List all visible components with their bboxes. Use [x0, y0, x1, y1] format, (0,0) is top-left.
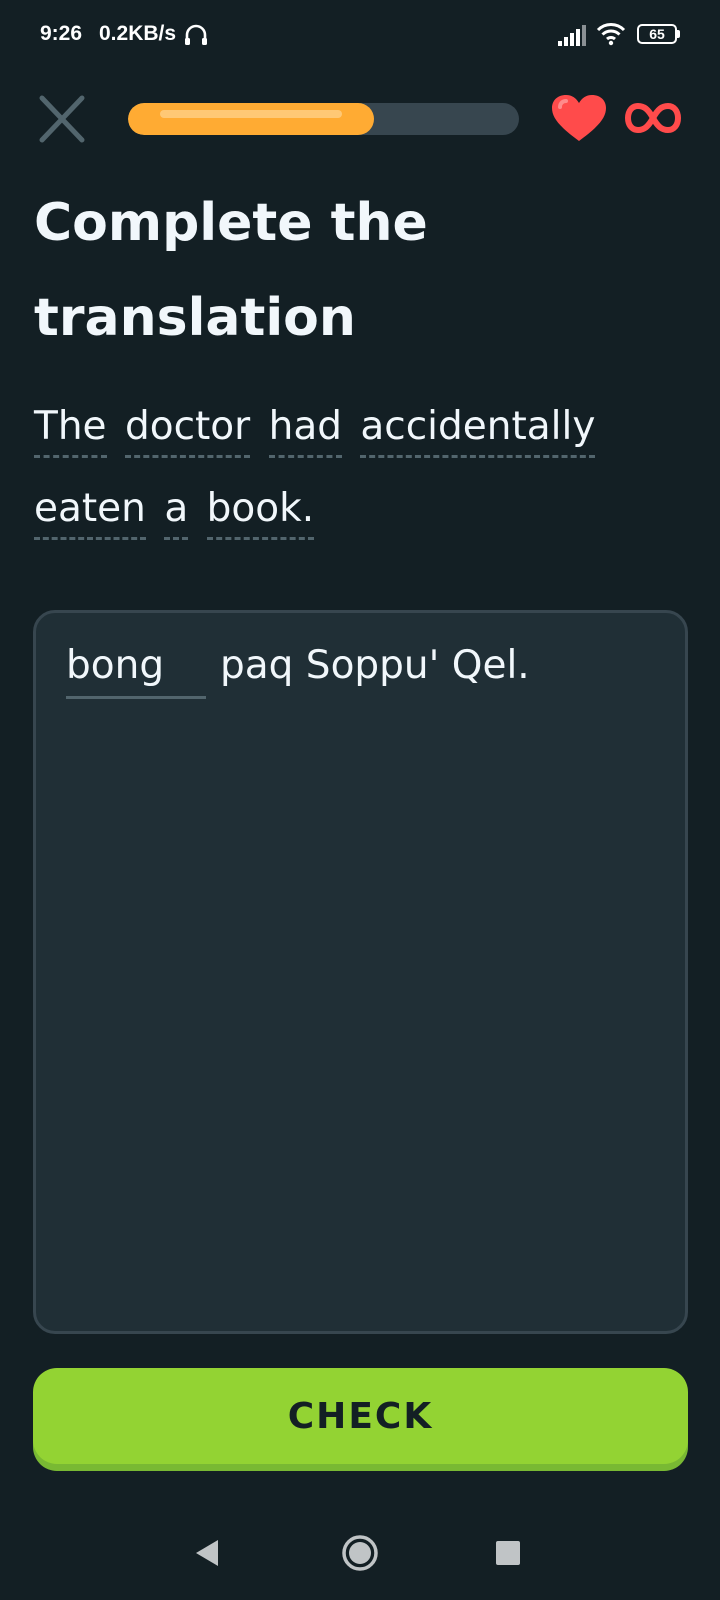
network-speed: 0.2KB/s [99, 22, 177, 45]
answer-blank-input[interactable]: bong [66, 643, 206, 699]
status-bar: 9:26 0.2KB/s 65 [0, 0, 720, 70]
progress-shine [160, 110, 342, 118]
progress-fill [128, 103, 374, 135]
check-button[interactable]: CHECK [33, 1368, 688, 1464]
answer-line: bong paq Soppu' Qel. [66, 643, 530, 699]
hint-word[interactable]: accidentally [360, 404, 596, 458]
hint-word[interactable]: had [268, 404, 342, 458]
hint-word[interactable]: book. [206, 486, 315, 540]
page-title: Complete the translation [34, 193, 428, 348]
answer-remaining-text: paq Soppu' Qel. [220, 643, 530, 688]
wifi-icon [596, 23, 626, 46]
hint-word[interactable]: a [164, 486, 189, 540]
battery-icon: 65 [637, 24, 680, 44]
answer-box[interactable]: bong paq Soppu' Qel. [33, 610, 688, 1334]
battery-level: 65 [649, 26, 665, 42]
infinity-icon [625, 103, 681, 133]
close-icon[interactable] [34, 92, 90, 148]
heart-icon[interactable] [550, 93, 608, 143]
status-time: 9:26 [40, 22, 83, 45]
lesson-progress-bar [128, 103, 519, 135]
recents-icon[interactable] [496, 1541, 520, 1565]
signal-icon [558, 25, 586, 46]
home-icon[interactable] [341, 1534, 379, 1572]
prompt-sentence: The doctor had accidentally eaten a book… [34, 386, 694, 550]
hint-word[interactable]: doctor [124, 404, 251, 458]
hint-word[interactable]: The [34, 404, 107, 458]
headset-icon [185, 24, 207, 45]
hint-word[interactable]: eaten [34, 486, 146, 540]
back-icon[interactable] [194, 1538, 220, 1568]
